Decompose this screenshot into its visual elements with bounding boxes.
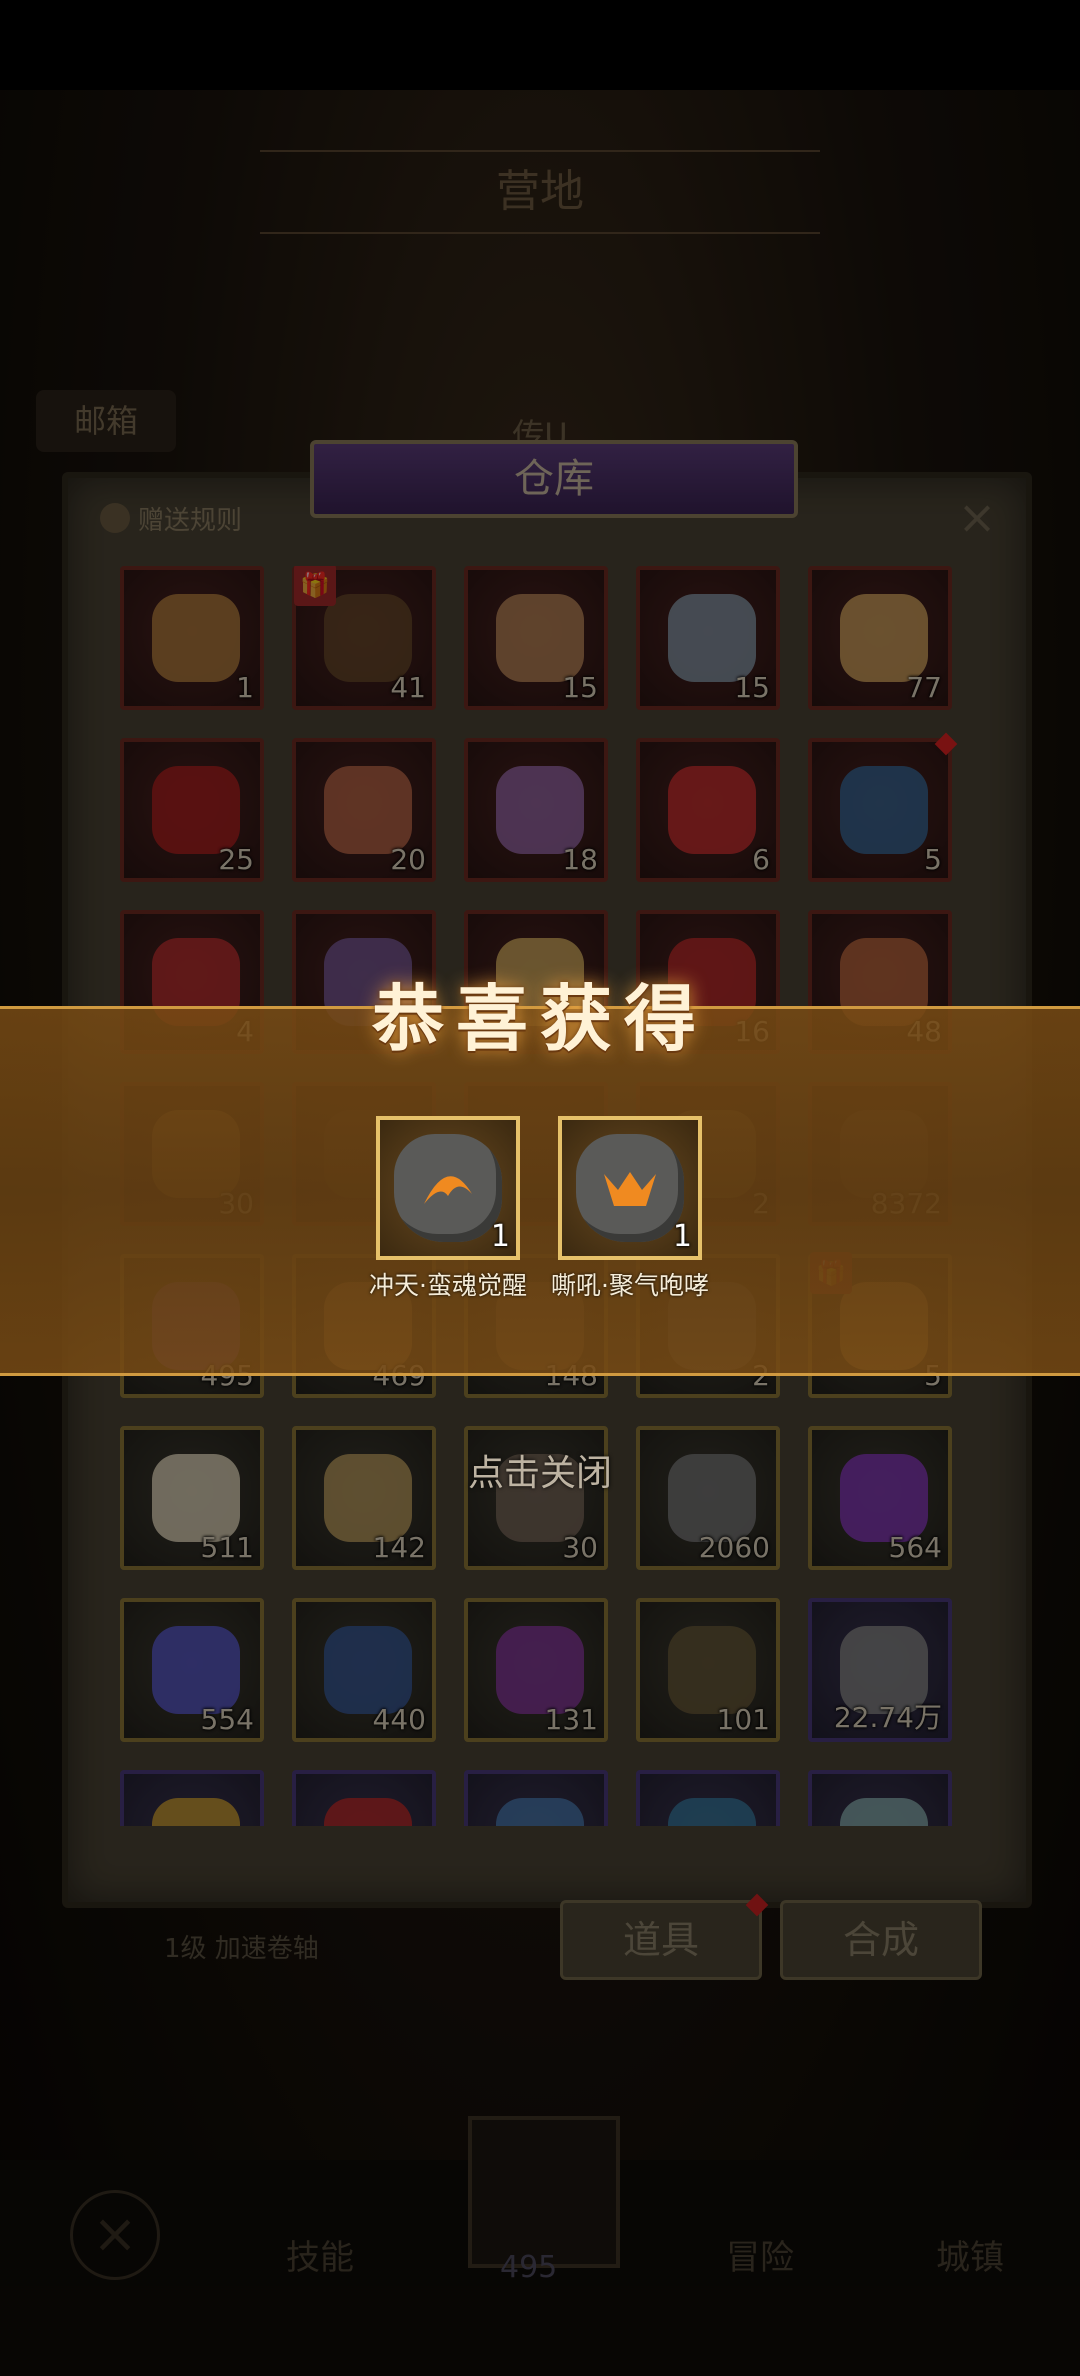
skill-stone-icon (394, 1134, 502, 1242)
reward-name-2: 嘶吼·聚气咆哮 (551, 1271, 709, 1300)
reward-count: 1 (672, 1219, 692, 1254)
reward-item-1[interactable]: 1 (376, 1116, 520, 1260)
reward-name-1: 冲天·蛮魂觉醒 (369, 1271, 527, 1300)
reward-title: 恭喜获得 (371, 976, 708, 1061)
reward-item-2[interactable]: 1 (558, 1116, 702, 1260)
tap-to-close-label[interactable]: 点击关闭 (0, 1444, 1080, 1496)
reward-count: 1 (490, 1219, 510, 1254)
skill-stone-icon (576, 1134, 684, 1242)
